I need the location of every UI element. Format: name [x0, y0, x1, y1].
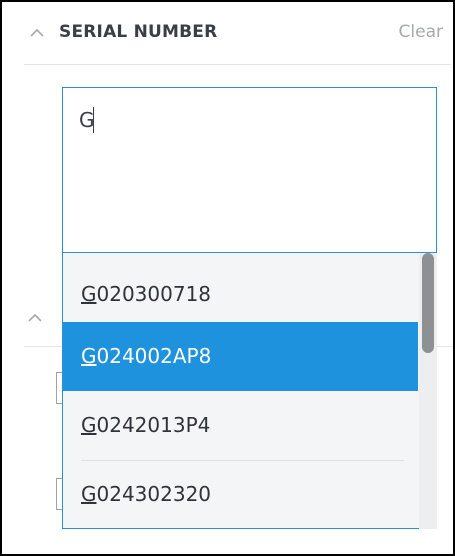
suggestion-text: 020300718	[96, 282, 212, 306]
scrollbar-thumb[interactable]	[422, 253, 434, 353]
suggestion-text: 0242013P4	[96, 413, 211, 437]
suggestion-option[interactable]: G020300718	[63, 260, 418, 329]
chevron-up-icon[interactable]	[28, 313, 42, 327]
suggestions-dropdown: G020300718 G024002AP8 G0242013P4 G024302…	[62, 253, 437, 529]
suggestion-option[interactable]: G024302320	[63, 460, 418, 529]
section-divider	[437, 346, 453, 347]
section-title: SERIAL NUMBER	[59, 22, 218, 42]
clear-button[interactable]: Clear	[399, 22, 443, 42]
suggestion-text: 024002AP8	[96, 344, 212, 368]
suggestion-text: 024302320	[96, 482, 212, 506]
section-divider	[24, 64, 451, 65]
section-divider	[24, 346, 64, 347]
serial-number-input[interactable]: G	[62, 87, 437, 253]
text-caret	[93, 107, 94, 133]
match-highlight: G	[81, 344, 97, 368]
match-highlight: G	[81, 482, 97, 506]
match-highlight: G	[81, 282, 97, 306]
suggestion-option-selected[interactable]: G024002AP8	[63, 322, 418, 391]
serial-number-section-header[interactable]: SERIAL NUMBER Clear	[2, 2, 453, 64]
chevron-up-icon[interactable]	[30, 28, 44, 42]
match-highlight: G	[81, 413, 97, 437]
suggestion-option[interactable]: G0242013P4	[63, 391, 418, 460]
